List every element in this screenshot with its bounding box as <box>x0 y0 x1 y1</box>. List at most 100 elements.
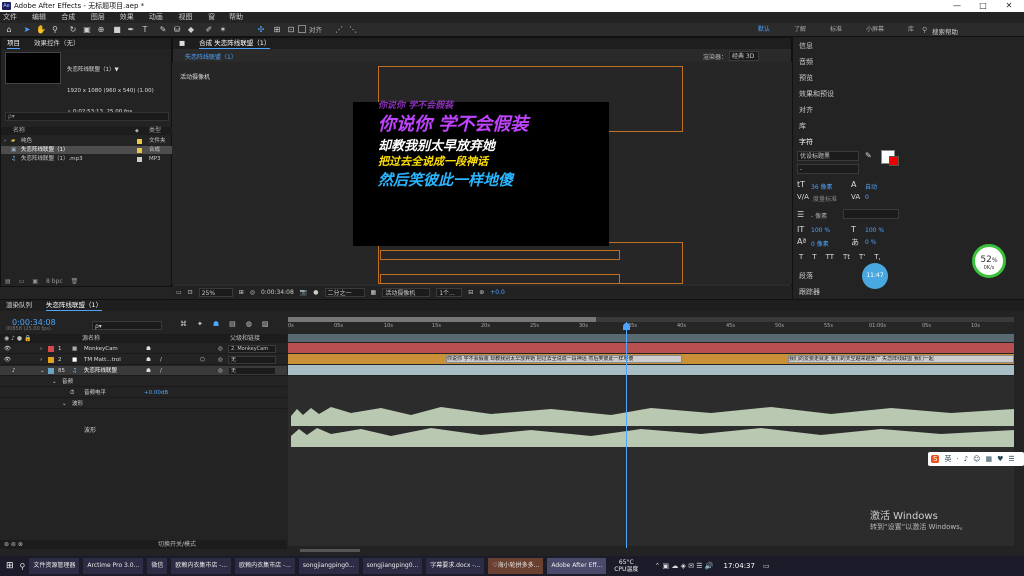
layer-label-color[interactable] <box>48 368 54 374</box>
interpret-footage-icon[interactable]: ▤ <box>5 278 11 285</box>
parent-dropdown[interactable]: 无 <box>228 356 276 364</box>
text-keyframe-strip[interactable]: 我们的爱要走就走 我们的天空越来越宽广 失恋阵线联盟 我们一起 <box>788 355 1014 363</box>
taskbar-item-chat-2[interactable]: songjiangping0... <box>362 558 423 574</box>
rectangle-tool-icon[interactable]: ■ <box>112 25 122 35</box>
layer-name[interactable]: TM Matt...trol <box>84 355 121 365</box>
clock[interactable]: 17:04:37 <box>724 562 755 570</box>
notification-icon[interactable]: ▭ <box>763 562 770 570</box>
search-help-field[interactable]: 搜索帮助 <box>932 26 958 36</box>
label-swatch[interactable] <box>137 147 142 153</box>
stroke-width-value[interactable]: - 像素 <box>811 211 827 220</box>
current-time-indicator[interactable] <box>626 322 627 548</box>
text-keyframe-strip[interactable]: 你说你 学不会假装 却教我别太早放弃她 把过去全说成一段神话 然后笑彼此一样地傻 <box>446 355 682 363</box>
horizontal-scale-value[interactable]: 100 % <box>865 227 884 234</box>
layer-label-color[interactable] <box>48 357 54 363</box>
3d-layer-switch-icon[interactable]: ⬡ <box>200 355 205 365</box>
property-group[interactable]: ⌄ 波形 <box>0 399 287 409</box>
ime-voice-icon[interactable]: ♪ <box>964 455 968 463</box>
layer-bar-camera[interactable] <box>288 343 1014 353</box>
time-ruler[interactable]: 0s 05s 10s 15s 20s 25s 30s 35s 40s 45s 5… <box>288 322 1014 334</box>
frame-blending-icon[interactable]: ▤ <box>229 320 236 328</box>
shy-switch-icon[interactable]: ☗ <box>146 355 151 365</box>
exposure-value[interactable]: +0.0 <box>490 289 505 296</box>
ime-punct-button[interactable]: · <box>956 455 958 463</box>
leading-value[interactable]: 自动 <box>865 182 877 191</box>
ime-lang-button[interactable]: 英 <box>944 454 951 464</box>
faux-bold-button[interactable]: T <box>799 253 803 261</box>
menu-help[interactable]: 帮助(H) <box>229 12 250 32</box>
zoom-tool-icon[interactable]: ⚲ <box>50 25 60 35</box>
cpu-temperature[interactable]: 65°C CPU温度 <box>614 559 638 573</box>
render-time-icon[interactable]: ⊛ ⊚ ⊗ <box>4 540 23 549</box>
comp-viewer[interactable]: 活动摄像机 你说你 学不会假装 你说你 学不会假装 却教我别太早放弃她 把过去全… <box>172 62 792 284</box>
camera-dropdown[interactable]: 活动摄像机 <box>382 287 431 297</box>
timeline-search-input[interactable]: ρ▾ <box>92 321 162 330</box>
parent-pickwhip-icon[interactable]: ◎ <box>218 344 223 354</box>
stroke-style-dropdown[interactable] <box>843 209 899 219</box>
layer-row[interactable]: 👁 › 2 ■ TM Matt...trol ☗ / ⬡ ◎ 无 <box>0 355 287 365</box>
shy-layers-icon[interactable]: ☗ <box>213 320 219 328</box>
eraser-tool-icon[interactable]: ◆ <box>186 25 196 35</box>
layer-name[interactable]: MonkeyCam <box>84 344 118 354</box>
workspace-library[interactable]: 库 <box>908 23 914 37</box>
layer-row[interactable]: 👁 › 1 ■ MonkeyCam ☗ ◎ 2. MonkeyCam <box>0 344 287 354</box>
transparency-grid-icon[interactable]: ▦ <box>371 289 377 296</box>
resolution-dropdown[interactable]: 二分之一 <box>324 287 365 297</box>
search-icon[interactable]: ⚲ <box>20 562 26 571</box>
list-item[interactable]: ▣ 失恋阵线联盟（1） 合成 <box>1 146 173 154</box>
ime-menu-icon[interactable]: ☰ <box>1008 455 1014 463</box>
comp-subtab[interactable]: 失恋阵线联盟（1） <box>185 52 237 61</box>
layer-bar-audio[interactable] <box>288 365 1014 375</box>
taskbar-item-word[interactable]: 字幕要求.docx -... <box>426 558 485 574</box>
label-swatch[interactable] <box>137 138 142 144</box>
vertical-scale-value[interactable]: 100 % <box>811 227 830 234</box>
taskbar-item-arctime[interactable]: Arctime Pro 3.0... <box>83 558 144 574</box>
current-time[interactable]: 0:00:34:08 <box>261 289 294 296</box>
panel-preview[interactable]: 预览 <box>799 73 813 83</box>
tab-effect-controls[interactable]: 效果控件（无） <box>34 38 80 49</box>
expand-arrow-icon[interactable]: › <box>40 344 42 354</box>
tag-column-icon[interactable]: ◆ <box>135 127 139 135</box>
taskbar-item-browser-2[interactable]: 欧赖内衣集市店 -... <box>235 558 295 574</box>
graph-editor-icon[interactable]: ▨ <box>262 320 269 328</box>
workspace-small-screen[interactable]: 小屏幕 <box>866 23 884 37</box>
tab-project[interactable]: 项目 <box>7 38 20 49</box>
ime-keyboard-icon[interactable]: ▦ <box>985 455 992 463</box>
subscript-button[interactable]: T, <box>874 253 881 261</box>
visibility-eye-icon[interactable]: 👁 <box>4 344 11 354</box>
menu-layer[interactable]: 图层(L) <box>91 12 111 32</box>
parent-pickwhip-icon[interactable]: ◎ <box>218 366 223 376</box>
new-comp-icon[interactable]: ▣ <box>32 278 38 285</box>
reset-exposure-icon[interactable]: ⊛ <box>479 289 484 296</box>
layer-bar-text[interactable]: 你说你 学不会假装 却教我别太早放弃她 把过去全说成一段神话 然后笑彼此一样地傻… <box>288 354 1014 364</box>
hand-tool-icon[interactable]: ✋ <box>36 25 46 35</box>
baseline-shift-value[interactable]: 0 像素 <box>811 239 829 248</box>
tracking-value[interactable]: 0 <box>865 194 869 201</box>
start-button[interactable]: ⊞ <box>6 561 14 571</box>
shy-switch-icon[interactable]: ☗ <box>146 366 151 376</box>
taskbar-item-pinduoduo[interactable]: ♡海小轮拼多多... <box>488 558 544 574</box>
column-name[interactable]: 名称 <box>13 127 25 135</box>
quality-switch-icon[interactable]: / <box>160 355 162 365</box>
snap-icon[interactable]: ⋰ <box>334 25 344 35</box>
menu-effect[interactable]: 效果(T) <box>120 12 140 32</box>
panel-library[interactable]: 库 <box>799 121 806 131</box>
workspace-default[interactable]: 默认 <box>758 23 770 37</box>
label-swatch[interactable] <box>137 156 142 162</box>
shy-switch-icon[interactable]: ☗ <box>146 344 151 354</box>
taskbar-item-chat-1[interactable]: songjiangping0... <box>298 558 359 574</box>
timeline-zoom-slider[interactable] <box>300 549 360 552</box>
view-axis-icon[interactable]: ⊡ <box>286 25 296 35</box>
close-button[interactable]: ✕ <box>996 0 1022 12</box>
parent-pickwhip-icon[interactable]: ◎ <box>218 355 223 365</box>
ime-emoji-icon[interactable]: ☺ <box>973 455 980 463</box>
parent-dropdown[interactable]: 2. MonkeyCam <box>228 345 276 353</box>
font-size-value[interactable]: 36 像素 <box>811 182 833 191</box>
panel-tracker[interactable]: 跟踪器 <box>799 287 820 297</box>
font-style-dropdown[interactable]: - <box>797 164 859 174</box>
search-help-icon[interactable]: ⚲ <box>922 26 927 34</box>
faux-italic-button[interactable]: T <box>812 253 816 261</box>
visibility-eye-icon[interactable]: 👁 <box>4 355 11 365</box>
expand-arrow-icon[interactable]: › <box>40 355 42 365</box>
property-row[interactable]: ⏱ 音频电平 +0.00dB <box>0 388 287 398</box>
